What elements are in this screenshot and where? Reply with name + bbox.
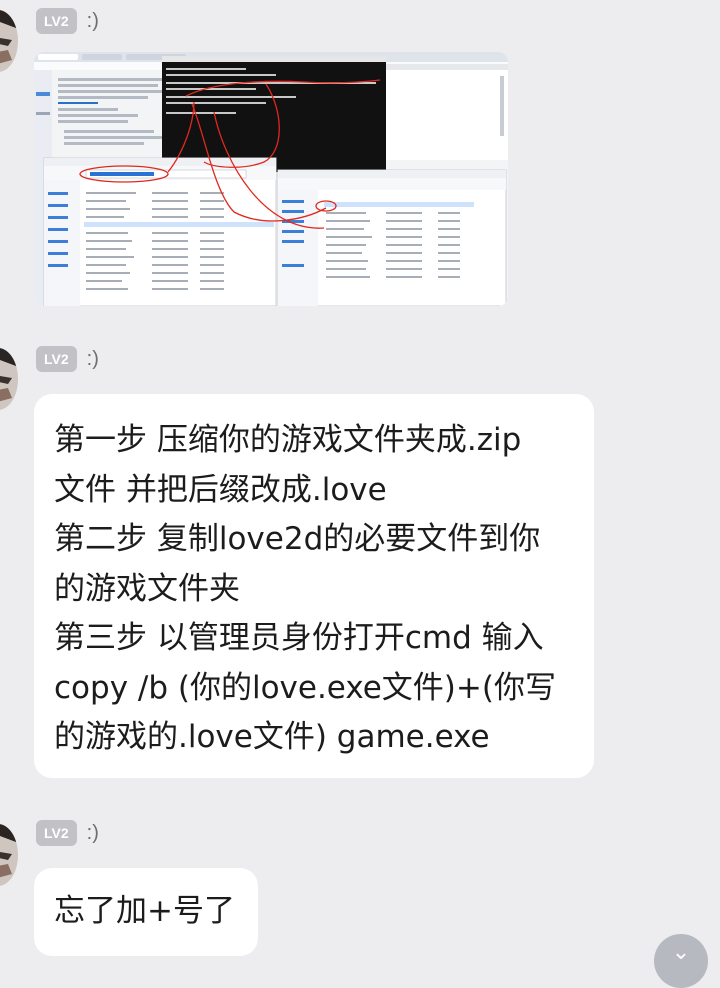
message-bubble[interactable]: 第一步 压缩你的游戏文件夹成.zip 文件 并把后缀改成.love 第二步 复制… xyxy=(34,394,594,778)
sender-meta: LV2 :) xyxy=(36,8,99,34)
avatar[interactable] xyxy=(0,348,18,410)
sender-meta: LV2 :) xyxy=(36,820,99,846)
message-bubble[interactable]: 忘了加+号了 xyxy=(34,868,258,956)
message-text-line: copy /b (你的love.exe文件)+(你写 xyxy=(54,669,556,706)
level-badge: LV2 xyxy=(36,820,77,846)
level-badge: LV2 xyxy=(36,8,77,34)
sender-nickname[interactable]: :) xyxy=(87,822,99,845)
sender-nickname[interactable]: :) xyxy=(87,10,99,33)
message-text-line: 的游戏的.love文件) game.exe xyxy=(54,719,490,755)
message-text-line: 的游戏文件夹 xyxy=(54,570,240,607)
avatar[interactable] xyxy=(0,10,18,72)
message-image[interactable] xyxy=(34,52,508,306)
message-text-line: 第二步 复制love2d的必要文件到你 xyxy=(54,521,541,557)
chevron-down-icon: ⌄ xyxy=(671,940,691,965)
message-text-line: 第三步 以管理员身份打开cmd 输入 xyxy=(54,620,544,656)
level-badge: LV2 xyxy=(36,346,77,372)
message-text-line: 忘了加+号了 xyxy=(54,893,235,929)
message-text-line: 第一步 压缩你的游戏文件夹成.zip xyxy=(54,422,522,458)
sender-meta: LV2 :) xyxy=(36,346,99,372)
sender-nickname[interactable]: :) xyxy=(87,348,99,371)
avatar[interactable] xyxy=(0,824,18,886)
scroll-down-button[interactable]: ⌄ xyxy=(654,934,708,988)
message-text-line: 文件 并把后缀改成.love xyxy=(54,471,387,508)
